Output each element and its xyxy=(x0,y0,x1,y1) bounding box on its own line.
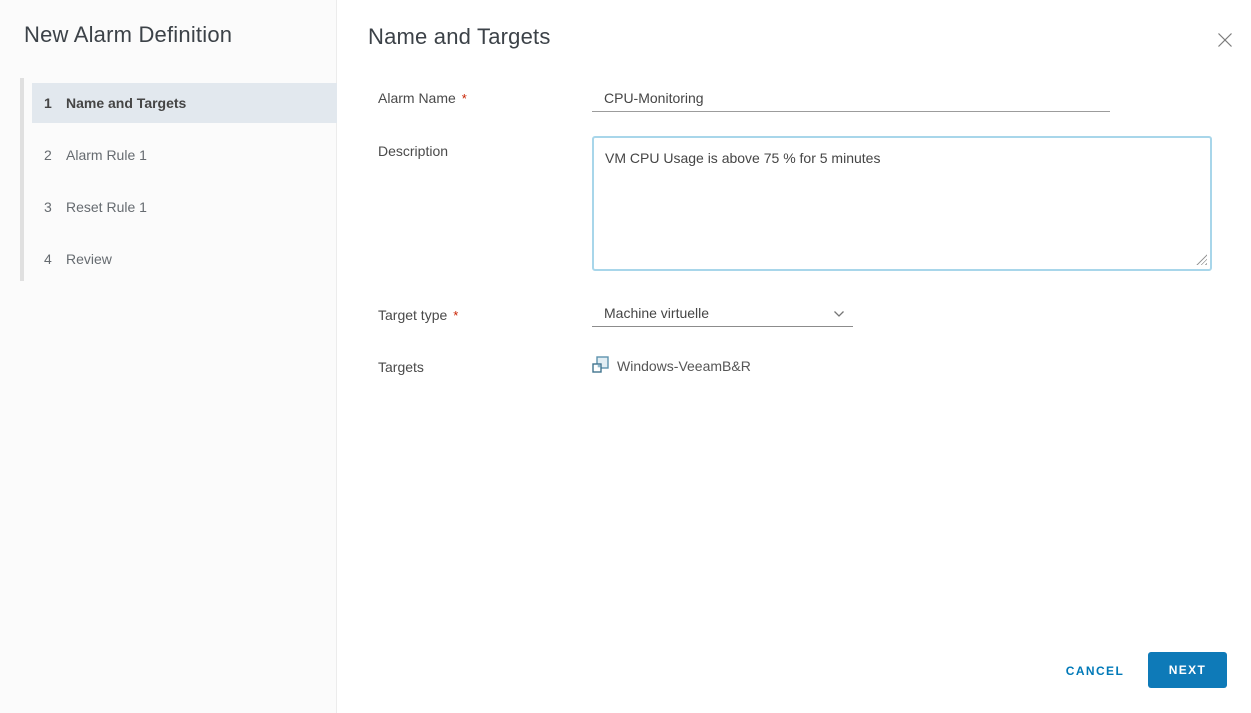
targets-label: Targets xyxy=(378,359,424,375)
target-type-selected-value: Machine virtuelle xyxy=(604,305,709,321)
chevron-down-icon xyxy=(833,305,845,321)
step-label: Reset Rule 1 xyxy=(66,199,147,215)
step-label: Review xyxy=(66,251,112,267)
close-icon xyxy=(1217,32,1233,51)
target-name: Windows-VeeamB&R xyxy=(617,358,751,374)
step-label: Name and Targets xyxy=(66,95,186,111)
close-button[interactable] xyxy=(1210,26,1240,56)
sidebar-step-name-and-targets[interactable]: 1 Name and Targets xyxy=(32,83,337,123)
sidebar-step-alarm-rule-1[interactable]: 2 Alarm Rule 1 xyxy=(32,135,337,175)
targets-value: Windows-VeeamB&R xyxy=(592,356,751,376)
sidebar-step-review[interactable]: 4 Review xyxy=(32,239,337,279)
steps-track xyxy=(20,78,24,281)
step-label: Alarm Rule 1 xyxy=(66,147,147,163)
vm-icon xyxy=(592,356,609,376)
wizard-sidebar: New Alarm Definition 1 Name and Targets … xyxy=(0,0,337,713)
required-marker: * xyxy=(462,91,467,106)
required-marker: * xyxy=(453,308,458,323)
dialog-title: New Alarm Definition xyxy=(24,22,232,48)
cancel-button[interactable]: CANCEL xyxy=(1051,659,1139,683)
target-type-label: Target type* xyxy=(378,307,458,323)
step-number: 1 xyxy=(44,95,66,111)
next-button[interactable]: NEXT xyxy=(1148,652,1227,688)
alarm-name-input[interactable] xyxy=(592,84,1110,112)
target-type-select[interactable]: Machine virtuelle xyxy=(592,300,853,327)
step-number: 3 xyxy=(44,199,66,215)
description-textarea[interactable]: VM CPU Usage is above 75 % for 5 minutes xyxy=(592,136,1212,271)
description-label: Description xyxy=(378,143,448,159)
alarm-name-label: Alarm Name* xyxy=(378,90,467,106)
page-title: Name and Targets xyxy=(368,24,551,50)
step-number: 2 xyxy=(44,147,66,163)
sidebar-step-reset-rule-1[interactable]: 3 Reset Rule 1 xyxy=(32,187,337,227)
step-number: 4 xyxy=(44,251,66,267)
